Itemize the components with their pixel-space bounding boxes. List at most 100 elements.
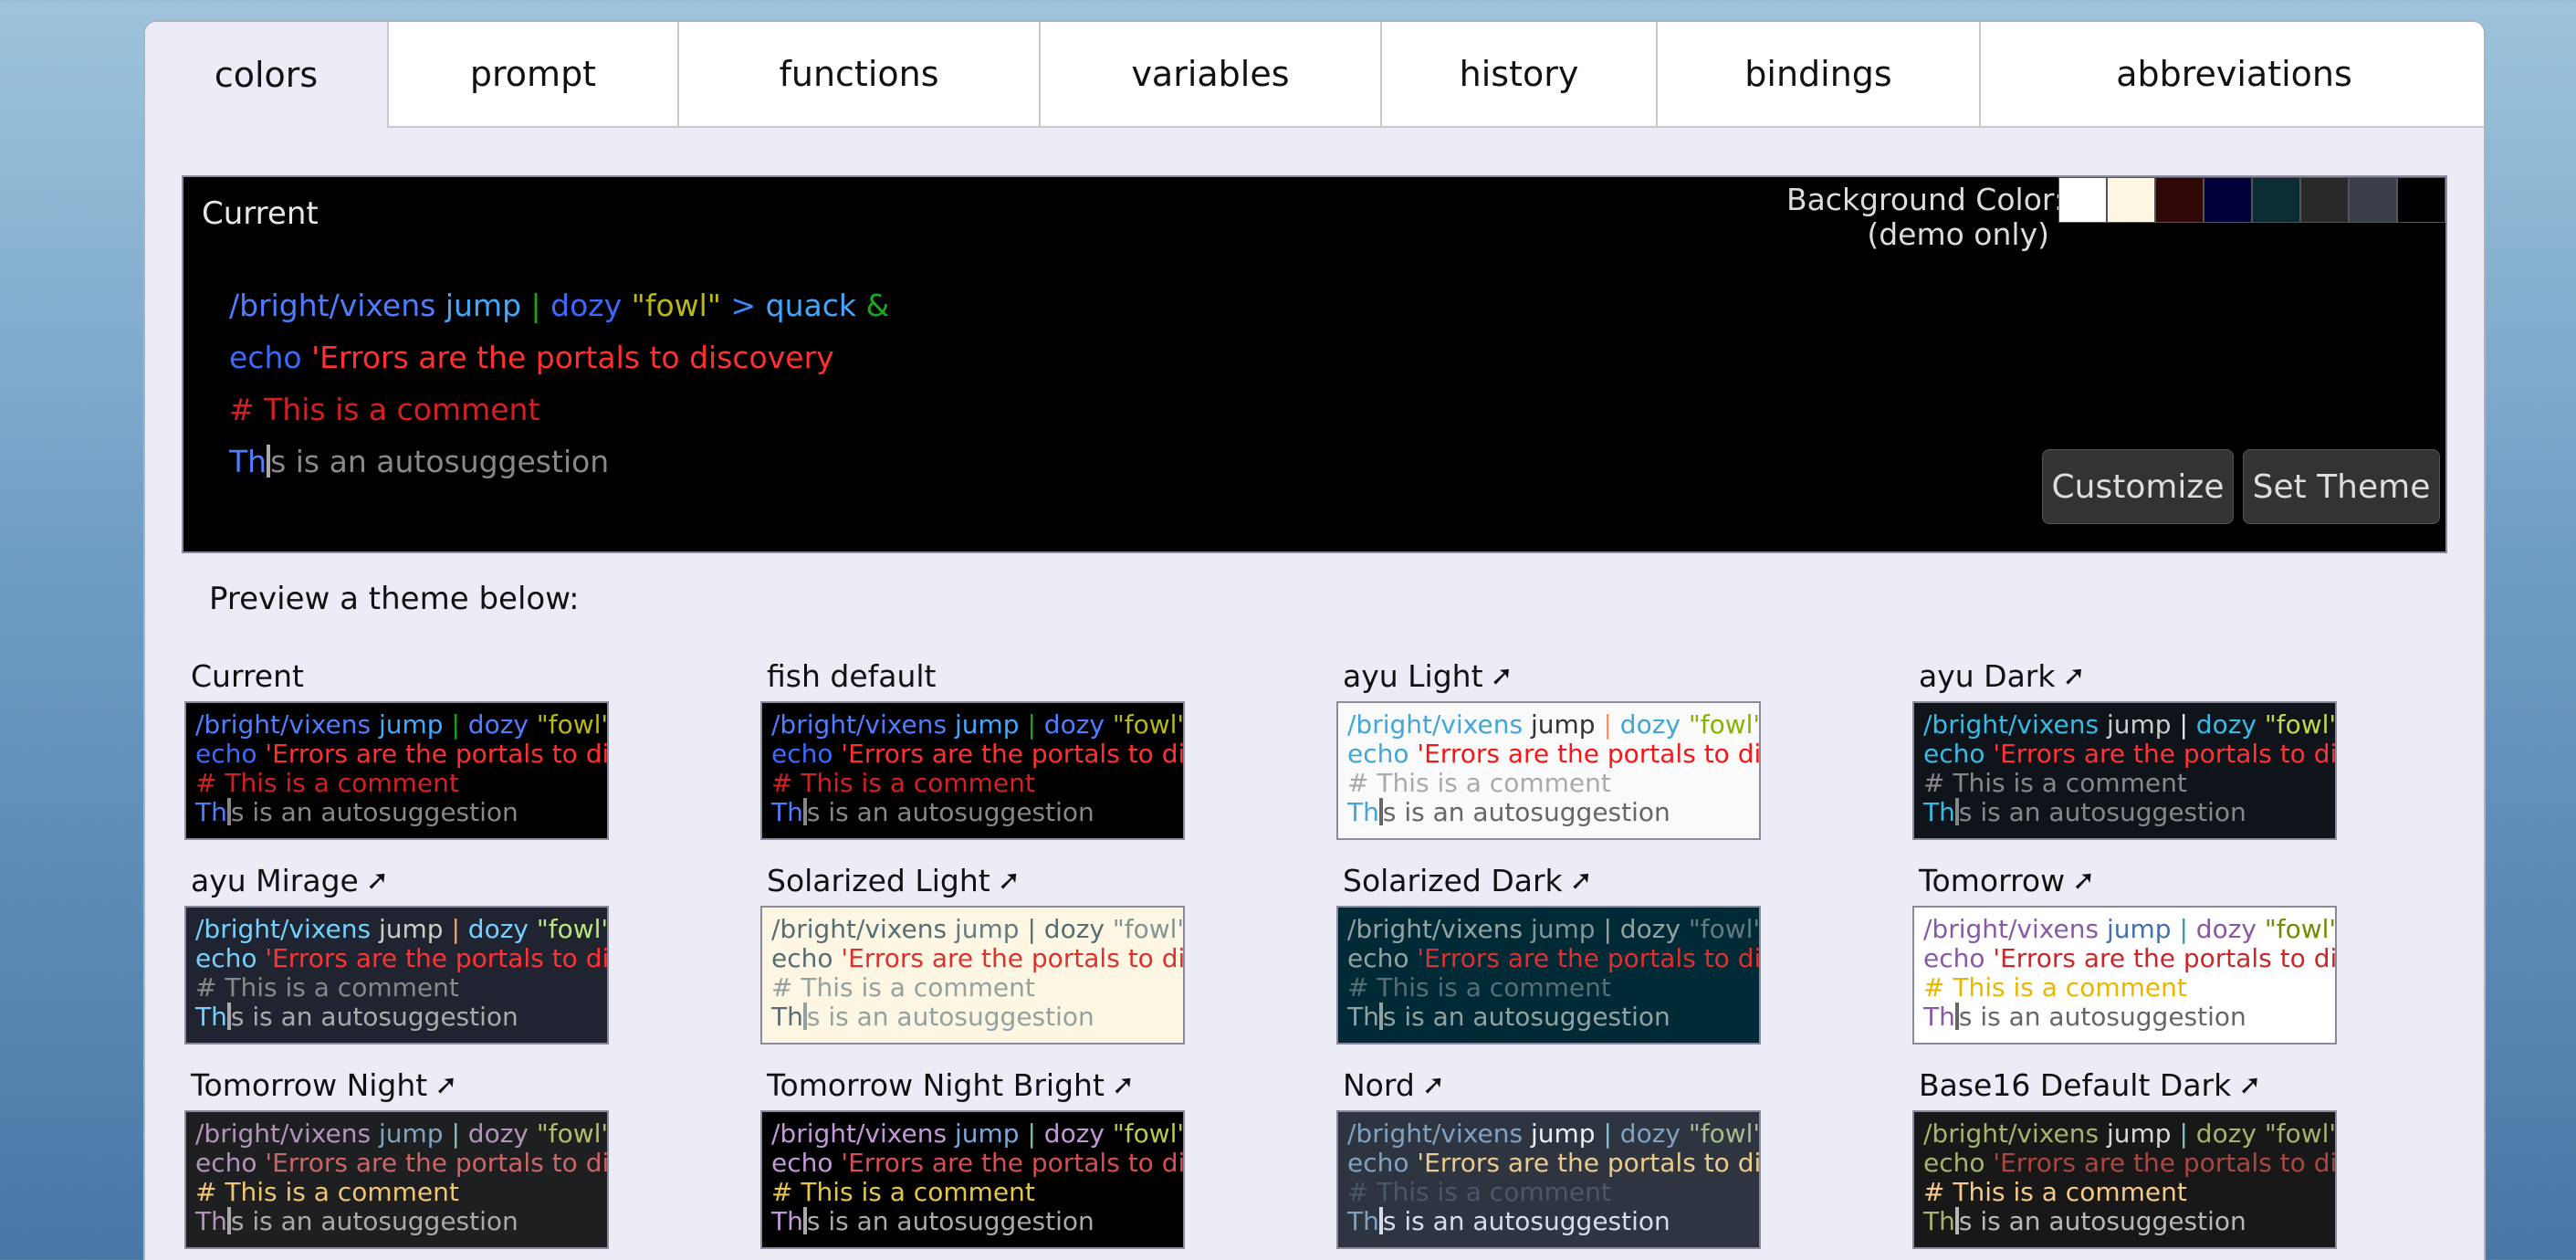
- theme-preview[interactable]: /bright/vixens jump | dozy "fowl" >echo …: [760, 1110, 1185, 1249]
- background-swatch[interactable]: [2397, 177, 2445, 223]
- preview-param: jump: [2106, 1118, 2172, 1149]
- preview-command: /bright/vixens: [195, 914, 372, 944]
- theme-preview[interactable]: /bright/vixens jump | dozy "fowl" >echo …: [1912, 1110, 2337, 1249]
- preview-line-4: Th s is an autosuggestion: [195, 1003, 598, 1032]
- theme-card[interactable]: Tomorrow Night Bright ➚/bright/vixens jum…: [760, 1059, 1185, 1249]
- theme-card[interactable]: Tomorrow ➚/bright/vixens jump | dozy "fow…: [1912, 855, 2337, 1045]
- preview-comment: # This is a comment: [1347, 972, 1611, 1003]
- external-link-icon[interactable]: ➚: [366, 865, 389, 897]
- theme-card[interactable]: fish default/bright/vixens jump | dozy "…: [760, 650, 1185, 840]
- background-swatch[interactable]: [2300, 177, 2349, 223]
- theme-card[interactable]: Nord➚/bright/vixens jump | dozy "fowl" >…: [1336, 1059, 1761, 1249]
- theme-card[interactable]: Base16 Default Dark ➚/bright/vixens jump …: [1912, 1059, 2337, 1249]
- preview-command-2: dozy: [467, 914, 529, 944]
- theme-preview[interactable]: /bright/vixens jump | dozy "fowl" >echo …: [1336, 701, 1761, 840]
- tab-variables[interactable]: variables: [1039, 22, 1380, 128]
- theme-name[interactable]: Tomorrow Night Bright ➚: [760, 1059, 1185, 1110]
- preview-command: /bright/vixens: [771, 914, 948, 944]
- preview-line-2: echo 'Errors are the portals to discover…: [1923, 944, 2335, 973]
- preview-param: jump: [2106, 914, 2172, 944]
- preview-command-2: dozy: [467, 709, 529, 740]
- background-swatch[interactable]: [2349, 177, 2397, 223]
- demo-param-2: quack: [765, 288, 856, 323]
- preview-line-2: echo 'Errors are the portals to discover…: [1923, 739, 2335, 769]
- preview-pipe: |: [1603, 1118, 1612, 1149]
- external-link-icon[interactable]: ➚: [1570, 865, 1593, 897]
- theme-name[interactable]: fish default: [760, 650, 1185, 701]
- theme-preview[interactable]: /bright/vixens jump | dozy "fowl" >echo …: [1912, 701, 2337, 840]
- theme-preview[interactable]: /bright/vixens jump | dozy "fowl" >echo …: [184, 701, 609, 840]
- tab-functions[interactable]: functions: [677, 22, 1039, 128]
- preview-param: jump: [378, 709, 444, 740]
- theme-name[interactable]: Base16 Default Dark ➚: [1912, 1059, 2337, 1110]
- preview-echo: echo: [771, 739, 833, 769]
- theme-preview[interactable]: /bright/vixens jump | dozy "fowl" >echo …: [1336, 1110, 1761, 1249]
- preview-quote: "fowl": [1688, 709, 1761, 740]
- preview-autosuggestion: s is an autosuggestion: [230, 1206, 518, 1236]
- background-swatch[interactable]: [2252, 177, 2300, 223]
- preview-line-2: echo 'Errors are the portals to discover…: [195, 1149, 607, 1178]
- customize-button[interactable]: Customize: [2042, 449, 2234, 524]
- preview-param: jump: [1530, 914, 1596, 944]
- preview-line-4: Th s is an autosuggestion: [1923, 798, 2326, 827]
- theme-card[interactable]: Tomorrow Night ➚/bright/vixens jump | doz…: [184, 1059, 609, 1249]
- preview-autosuggest-typed: Th: [771, 1002, 803, 1032]
- theme-card[interactable]: ayu Dark ➚/bright/vixens jump | dozy "fow…: [1912, 650, 2337, 840]
- tab-abbreviations[interactable]: abbreviations: [1979, 22, 2484, 128]
- theme-name[interactable]: Solarized Dark ➚: [1336, 855, 1761, 906]
- theme-preview[interactable]: /bright/vixens jump | dozy "fowl" >echo …: [760, 906, 1185, 1045]
- background-swatch[interactable]: [2155, 177, 2204, 223]
- background-swatch[interactable]: [2204, 177, 2252, 223]
- preview-quote: "fowl": [2264, 709, 2337, 740]
- theme-card[interactable]: ayu Light ➚/bright/vixens jump | dozy "fo…: [1336, 650, 1761, 840]
- theme-preview[interactable]: /bright/vixens jump | dozy "fowl" >echo …: [184, 906, 609, 1045]
- theme-name[interactable]: Tomorrow ➚: [1912, 855, 2337, 906]
- theme-name[interactable]: Current: [184, 650, 609, 701]
- external-link-icon[interactable]: ➚: [1422, 1069, 1445, 1101]
- theme-name[interactable]: ayu Light ➚: [1336, 650, 1761, 701]
- preview-echo: echo: [1923, 739, 1985, 769]
- theme-card[interactable]: ayu Mirage ➚/bright/vixens jump | dozy "f…: [184, 855, 609, 1045]
- tab-prompt[interactable]: prompt: [387, 22, 677, 128]
- background-swatch[interactable]: [2107, 177, 2155, 223]
- theme-name[interactable]: Solarized Light ➚: [760, 855, 1185, 906]
- preview-command-2: dozy: [2195, 709, 2257, 740]
- tab-colors[interactable]: colors: [145, 22, 387, 128]
- theme-name-text: Solarized Dark: [1343, 862, 1563, 898]
- preview-comment: # This is a comment: [771, 972, 1035, 1003]
- preview-param: jump: [1530, 1118, 1596, 1149]
- preview-command-2: dozy: [1619, 709, 1681, 740]
- theme-card[interactable]: Current/bright/vixens jump | dozy "fowl"…: [184, 650, 609, 840]
- theme-name[interactable]: Nord ➚: [1336, 1059, 1761, 1110]
- theme-name[interactable]: ayu Dark ➚: [1912, 650, 2337, 701]
- preview-line-2: echo 'Errors are the portals to discover…: [1923, 1149, 2335, 1178]
- tab-bindings[interactable]: bindings: [1656, 22, 1979, 128]
- background-color-label-line1: Background Color:: [1785, 182, 2064, 217]
- set-theme-button[interactable]: Set Theme: [2243, 449, 2440, 524]
- theme-name[interactable]: ayu Mirage ➚: [184, 855, 609, 906]
- preview-error: 'Errors are the portals to discovery: [1993, 943, 2337, 973]
- external-link-icon[interactable]: ➚: [2062, 660, 2085, 692]
- background-swatch[interactable]: [2058, 177, 2107, 223]
- theme-card[interactable]: Solarized Dark ➚/bright/vixens jump | doz…: [1336, 855, 1761, 1045]
- preview-line-3: # This is a comment: [1347, 1178, 1750, 1207]
- preview-echo: echo: [1347, 943, 1409, 973]
- external-link-icon[interactable]: ➚: [2072, 865, 2095, 897]
- theme-preview[interactable]: /bright/vixens jump | dozy "fowl" >echo …: [760, 701, 1185, 840]
- preview-error: 'Errors are the portals to discovery: [1993, 739, 2337, 769]
- external-link-icon[interactable]: ➚: [435, 1069, 457, 1101]
- theme-preview[interactable]: /bright/vixens jump | dozy "fowl" >echo …: [1336, 906, 1761, 1045]
- config-panel: colors prompt functions variables histor…: [143, 20, 2486, 1260]
- preview-comment: # This is a comment: [771, 768, 1035, 798]
- theme-card[interactable]: Solarized Light ➚/bright/vixens jump | do…: [760, 855, 1185, 1045]
- theme-preview[interactable]: /bright/vixens jump | dozy "fowl" >echo …: [184, 1110, 609, 1249]
- external-link-icon[interactable]: ➚: [1491, 660, 1513, 692]
- theme-name[interactable]: Tomorrow Night ➚: [184, 1059, 609, 1110]
- theme-preview[interactable]: /bright/vixens jump | dozy "fowl" >echo …: [1912, 906, 2337, 1045]
- preview-line-4: Th s is an autosuggestion: [771, 798, 1174, 827]
- tab-history[interactable]: history: [1380, 22, 1656, 128]
- preview-command: /bright/vixens: [1347, 1118, 1524, 1149]
- external-link-icon[interactable]: ➚: [998, 865, 1021, 897]
- external-link-icon[interactable]: ➚: [2238, 1069, 2261, 1101]
- external-link-icon[interactable]: ➚: [1112, 1069, 1135, 1101]
